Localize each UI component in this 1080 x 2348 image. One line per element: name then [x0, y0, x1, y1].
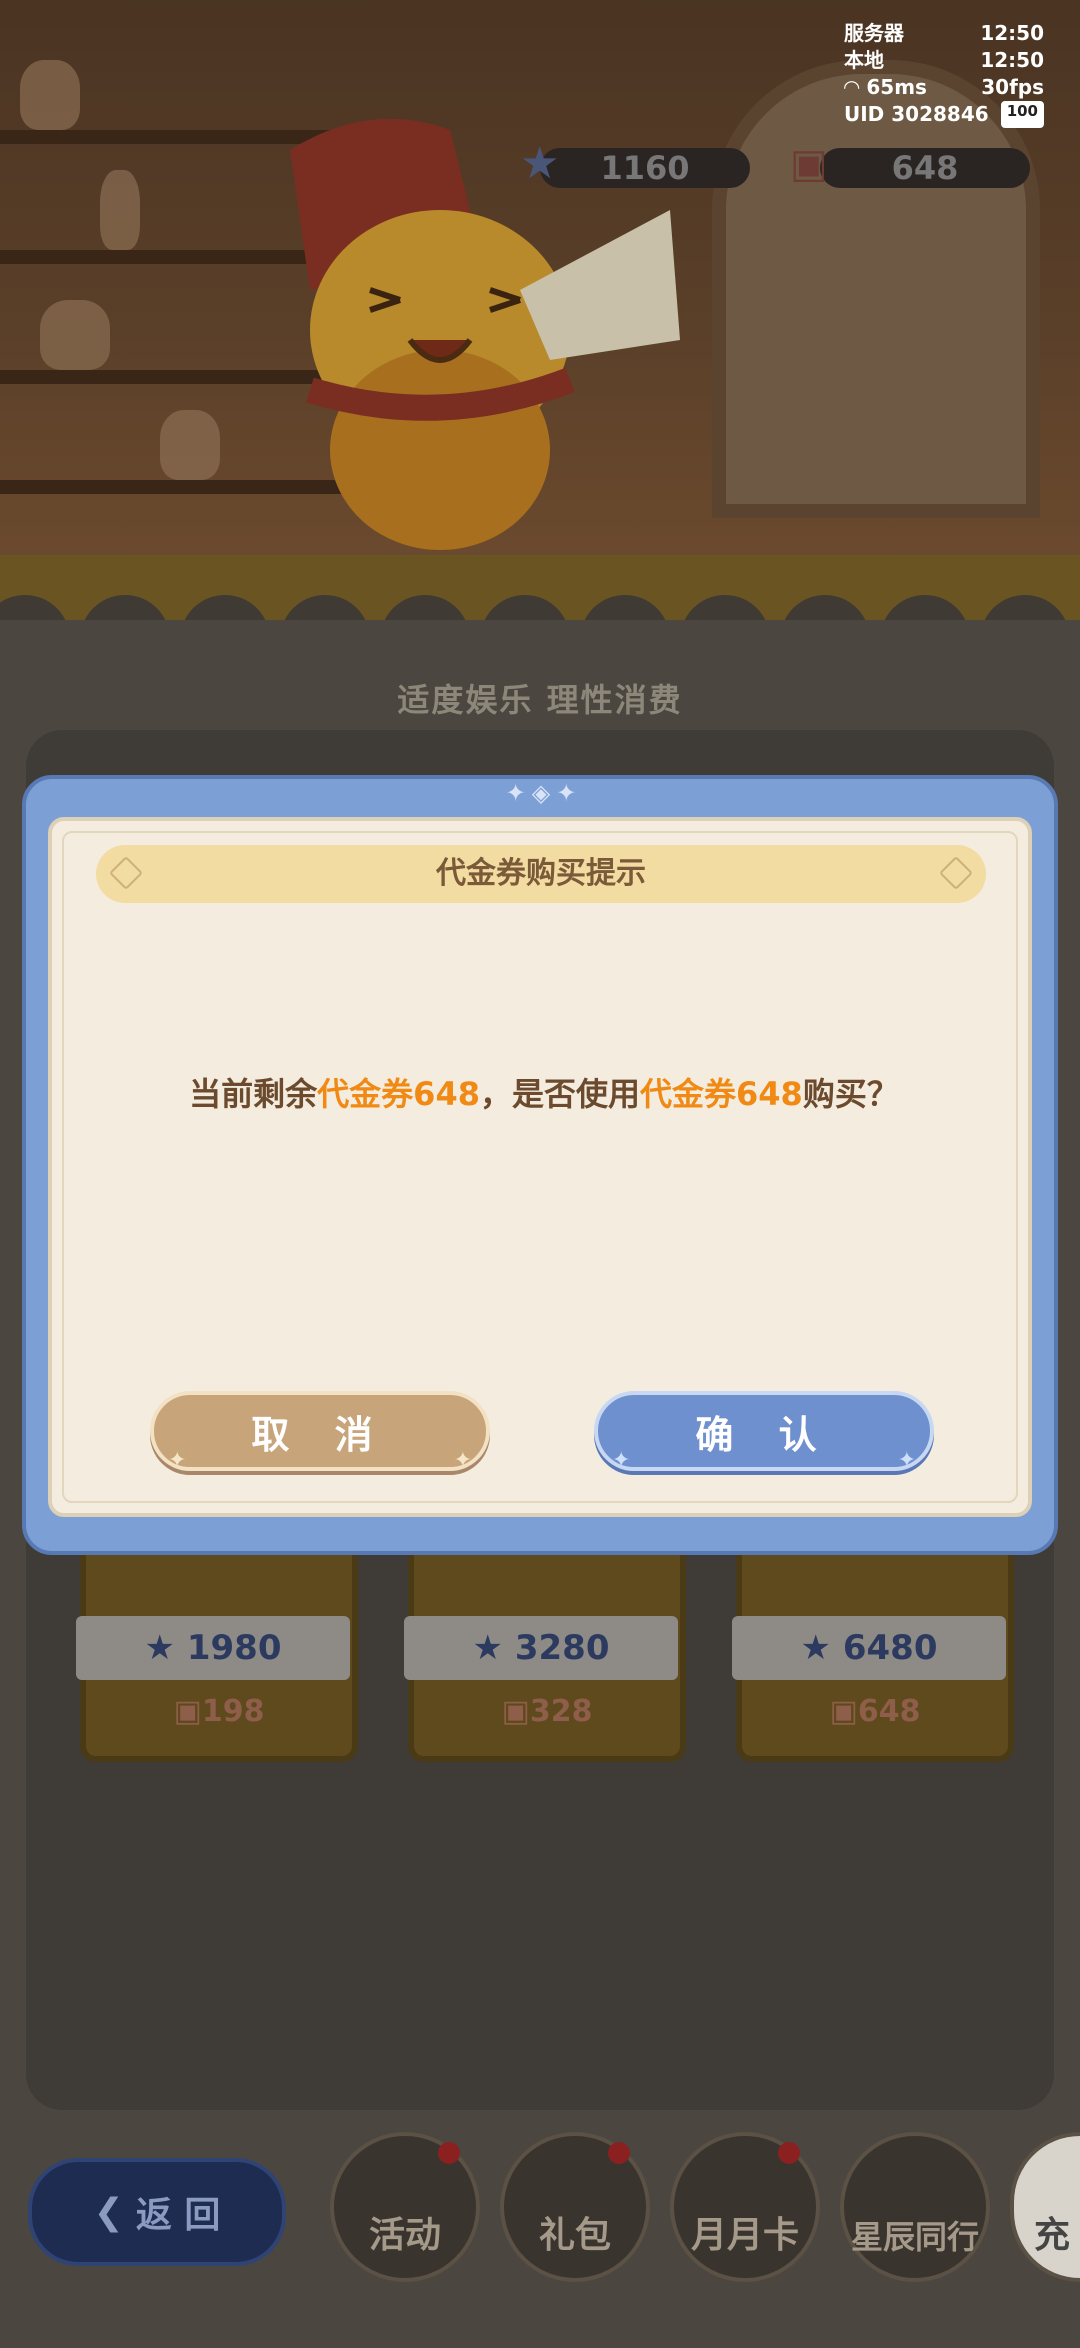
tab-label: 星辰同行	[850, 2218, 979, 2256]
product-price: 1980	[186, 1628, 282, 1668]
server-time: 12:50	[980, 21, 1044, 45]
sparkle-icon: ✦	[168, 1448, 187, 1473]
voucher-currency-value: 648	[891, 149, 959, 187]
product-card-1980[interactable]: ★ 1980 ▣198	[76, 1540, 358, 1762]
voucher-icon: ▣	[173, 1694, 202, 1729]
notification-dot	[778, 2142, 800, 2164]
local-time: 12:50	[980, 48, 1044, 72]
product-price: 3280	[514, 1628, 610, 1668]
price-bar: ★ 1980	[76, 1616, 350, 1680]
pottery-icon	[20, 60, 80, 130]
back-label: 返 回	[135, 2195, 221, 2236]
message-highlight-voucher-cost: 代金券648	[640, 1075, 803, 1113]
uid-text: UID 3028846	[844, 102, 989, 126]
sparkle-decoration: ✦◈✦	[505, 779, 583, 807]
fps-readout: 30fps	[981, 75, 1044, 99]
healthy-gaming-slogan: 适度娱乐 理性消费	[397, 681, 683, 719]
sparkle-icon: ✦	[897, 1448, 916, 1473]
arched-window	[712, 60, 1040, 518]
diamond-ornament-icon	[109, 856, 143, 890]
dialog-message: 当前剩余代金券648，是否使用代金券648购买？	[26, 1069, 1062, 1115]
voucher-price-value: 328	[529, 1694, 593, 1729]
price-bar: ★ 6480	[732, 1616, 1006, 1680]
pottery-icon	[40, 300, 110, 370]
confirm-label: 确 认	[695, 1413, 833, 1457]
diamond-ornament-icon	[939, 856, 973, 890]
product-card-3280[interactable]: ★ 3280 ▣328	[404, 1540, 686, 1762]
cancel-label: 取 消	[251, 1413, 389, 1457]
message-text: 当前剩余	[189, 1075, 318, 1113]
tab-label: 活动	[368, 2215, 441, 2256]
star-currency-display: ★ 1160	[520, 142, 750, 188]
server-label: 服务器	[844, 21, 904, 45]
notification-dot	[608, 2142, 630, 2164]
voucher-price: ▣328	[414, 1694, 680, 1729]
sparkle-icon: ✦	[612, 1448, 631, 1473]
cancel-button[interactable]: ✦ 取 消 ✦	[150, 1391, 490, 1473]
ping-value: 65ms	[866, 75, 927, 99]
voucher-currency-display: ▣ 648	[790, 144, 1030, 188]
wifi-icon: ◠	[844, 75, 860, 99]
tab-monthly-card[interactable]: 月月卡	[670, 2132, 820, 2282]
debug-status-panel: 服务器 12:50 本地 12:50 ◠ 65ms 30fps UID 3028846…	[844, 20, 1044, 128]
back-arrow-icon: ❮	[93, 2191, 124, 2233]
ping-readout: ◠ 65ms	[844, 74, 927, 101]
voucher-price: ▣648	[742, 1694, 1008, 1729]
tab-label: 充	[1034, 2215, 1071, 2256]
sparkle-icon: ✦	[453, 1448, 472, 1473]
notification-dot	[438, 2142, 460, 2164]
voucher-price: ▣198	[86, 1694, 352, 1729]
message-highlight-voucher-remaining: 代金券648	[317, 1075, 480, 1113]
voucher-price-value: 648	[857, 1694, 921, 1729]
tab-activity[interactable]: 活动	[330, 2132, 480, 2282]
local-label: 本地	[844, 48, 884, 72]
pottery-icon	[160, 410, 220, 480]
voucher-price-value: 198	[201, 1694, 265, 1729]
product-price: 6480	[842, 1628, 938, 1668]
pottery-icon	[100, 170, 140, 250]
message-text: 购买？	[802, 1075, 899, 1113]
product-card-6480[interactable]: ★ 6480 ▣648	[732, 1540, 1014, 1762]
star-icon: ★	[472, 1628, 503, 1668]
battery-icon: 100	[1000, 101, 1044, 128]
star-currency-value: 1160	[600, 149, 690, 187]
star-icon: ★	[800, 1628, 831, 1668]
voucher-purchase-dialog: ✦◈✦ 代金券购买提示 当前剩余代金券648，是否使用代金券648购买？ ✦ 取…	[22, 775, 1058, 1555]
tab-label: 礼包	[538, 2215, 611, 2256]
dialog-title-band: 代金券购买提示	[96, 845, 986, 903]
voucher-icon: ▣	[501, 1694, 530, 1729]
back-button[interactable]: ❮ 返 回	[28, 2158, 286, 2266]
tab-gift-pack[interactable]: 礼包	[500, 2132, 650, 2282]
voucher-icon: ▣	[829, 1694, 858, 1729]
dialog-title: 代金券购买提示	[436, 856, 646, 891]
star-currency-icon: ★	[520, 138, 560, 189]
tab-label: 月月卡	[690, 2215, 799, 2256]
confirm-button[interactable]: ✦ 确 认 ✦	[594, 1391, 934, 1473]
message-text: ，是否使用	[479, 1075, 640, 1113]
price-bar: ★ 3280	[404, 1616, 678, 1680]
tab-star-companion[interactable]: 星辰同行	[840, 2132, 990, 2282]
star-icon: ★	[144, 1628, 175, 1668]
voucher-icon: ▣	[790, 141, 828, 187]
